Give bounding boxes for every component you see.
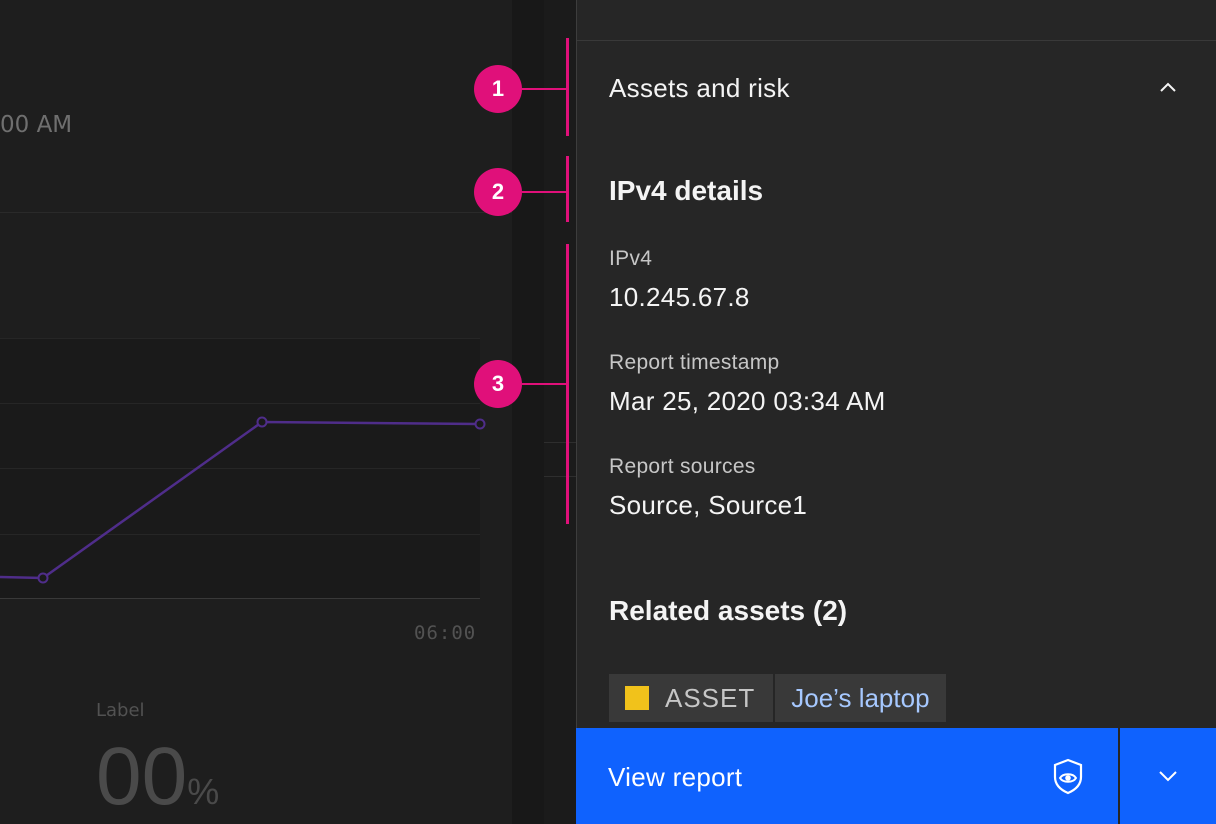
chevron-up-icon bbox=[1160, 82, 1176, 92]
chart-point bbox=[474, 418, 486, 430]
report-sources-value: Source, Source1 bbox=[609, 490, 808, 520]
chart-series bbox=[0, 416, 486, 584]
bg-time-label: 00 AM bbox=[0, 112, 73, 138]
view-report-button[interactable]: View report bbox=[576, 728, 1118, 824]
bg-column-strip bbox=[512, 0, 544, 824]
accordion-title: Assets and risk bbox=[609, 73, 790, 103]
report-timestamp-value: Mar 25, 2020 03:34 AM bbox=[609, 386, 886, 416]
callout-2-bracket bbox=[566, 156, 569, 222]
ipv4-details-heading: IPv4 details bbox=[609, 175, 764, 206]
related-asset-tag: ASSET Joe’s laptop bbox=[609, 674, 946, 722]
ipv4-label: IPv4 bbox=[609, 247, 653, 270]
action-bar: View report bbox=[576, 728, 1216, 824]
background-dashboard: 00 AM 06:00 Label 00% bbox=[0, 0, 576, 824]
bg-tick-label: 06:00 bbox=[414, 622, 477, 644]
asset-square-icon bbox=[625, 686, 649, 710]
chart-point bbox=[37, 572, 49, 584]
callout-3-bracket bbox=[566, 244, 569, 524]
callout-1-line bbox=[522, 88, 568, 90]
accordion-header-assets-and-risk[interactable]: Assets and risk bbox=[577, 41, 1216, 137]
report-sources-label: Report sources bbox=[609, 455, 756, 478]
report-timestamp-label: Report timestamp bbox=[609, 351, 780, 374]
bg-kpi-number: 00 bbox=[96, 731, 188, 822]
view-report-label: View report bbox=[608, 762, 743, 792]
callout-2: 2 bbox=[474, 168, 522, 216]
callout-1: 1 bbox=[474, 65, 522, 113]
asset-link-joes-laptop[interactable]: Joe’s laptop bbox=[775, 674, 946, 722]
bg-kpi-unit: % bbox=[187, 771, 220, 812]
chevron-down-icon bbox=[1159, 771, 1177, 782]
callout-2-line bbox=[522, 191, 568, 193]
more-actions-button[interactable] bbox=[1120, 728, 1216, 824]
asset-type-label: ASSET bbox=[665, 682, 756, 713]
bg-kpi-value: 00% bbox=[96, 730, 219, 824]
bg-column-strip-2 bbox=[544, 0, 576, 824]
bg-divider bbox=[0, 212, 512, 213]
callout-3: 3 bbox=[474, 360, 522, 408]
bg-kpi-label: Label bbox=[96, 700, 145, 721]
ipv4-value: 10.245.67.8 bbox=[609, 282, 750, 312]
callout-3-line bbox=[522, 383, 568, 385]
bg-row-rule bbox=[544, 476, 576, 477]
side-panel: Assets and risk IPv4 details IPv4 10.245… bbox=[576, 0, 1216, 824]
chart-point bbox=[256, 416, 268, 428]
view-report-icon bbox=[1053, 758, 1083, 795]
asset-type-tag: ASSET bbox=[609, 674, 774, 722]
bg-row-rule bbox=[544, 442, 576, 443]
callout-1-bracket bbox=[566, 38, 569, 136]
related-assets-heading: Related assets (2) bbox=[609, 595, 848, 626]
bg-line-chart bbox=[0, 338, 486, 599]
